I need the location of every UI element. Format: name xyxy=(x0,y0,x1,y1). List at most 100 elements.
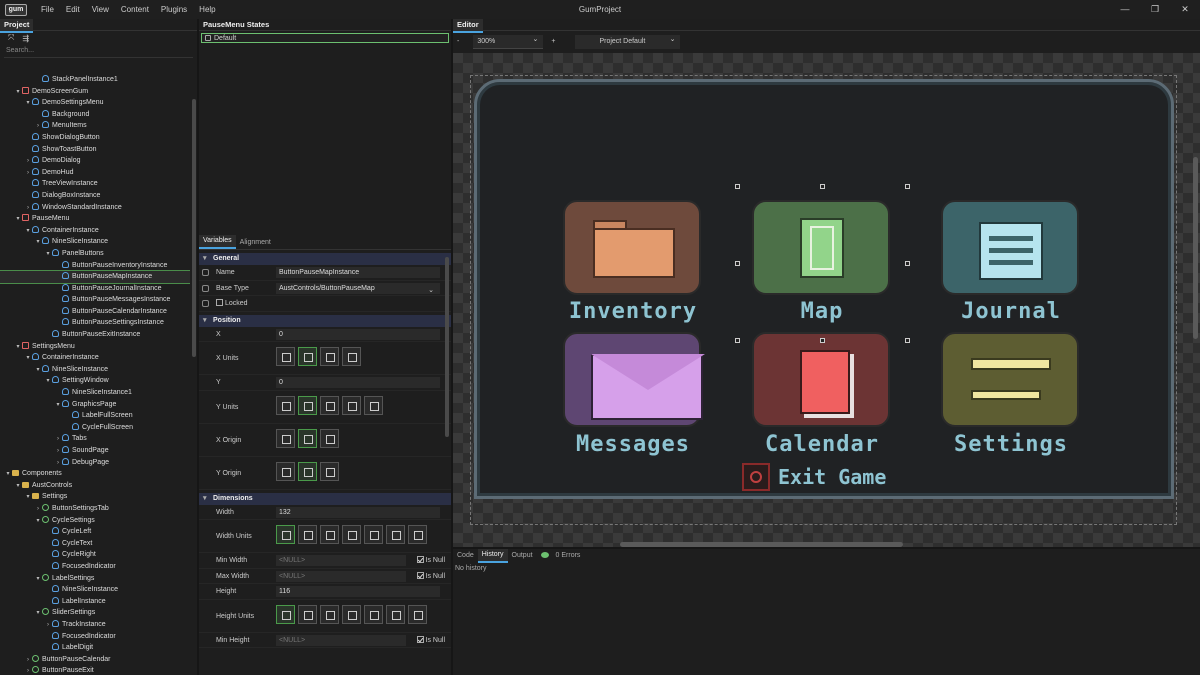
reset-icon[interactable] xyxy=(202,300,209,307)
width-field[interactable]: 132 xyxy=(276,506,440,518)
section-dimensions[interactable]: ▾ Dimensions xyxy=(199,492,451,505)
tile-journal[interactable] xyxy=(941,200,1079,295)
min-height-field[interactable]: <NULL> xyxy=(276,634,406,646)
minimize-icon[interactable]: — xyxy=(1110,0,1140,19)
y-origin-top-button[interactable] xyxy=(276,461,295,481)
x-origin-left-button[interactable] xyxy=(276,428,295,448)
width-units-other-button[interactable] xyxy=(408,525,427,544)
locked-checkbox[interactable] xyxy=(216,299,223,306)
menu-edit[interactable]: Edit xyxy=(60,5,86,14)
tree-item[interactable]: › ButtonPauseExit xyxy=(0,665,190,675)
width-units-children-button[interactable] xyxy=(342,525,361,544)
tree-item[interactable]: ▾ DemoSettingsMenu xyxy=(0,97,190,109)
height-units-absolute-button[interactable] xyxy=(276,604,295,624)
resize-handle[interactable] xyxy=(735,261,740,266)
resize-handle[interactable] xyxy=(735,184,740,189)
tree-item[interactable]: LabelInstance xyxy=(0,596,190,608)
tab-output[interactable]: Output xyxy=(508,549,537,562)
menu-view[interactable]: View xyxy=(86,5,115,14)
tab-project[interactable]: Project xyxy=(0,19,34,33)
tree-item[interactable]: ButtonPauseMapInstance xyxy=(0,270,190,284)
search-input[interactable]: Search... xyxy=(4,47,193,58)
max-width-null-checkbox[interactable] xyxy=(416,571,424,579)
tree-item[interactable]: ▾ SliderSettings xyxy=(0,607,190,619)
tab-history[interactable]: History xyxy=(477,548,508,563)
tree-item[interactable]: ▾ PauseMenu xyxy=(0,213,190,225)
project-scrollbar[interactable] xyxy=(192,99,196,357)
x-units-center-button[interactable] xyxy=(298,347,317,366)
tree-item[interactable]: TreeViewInstance xyxy=(0,178,190,190)
height-units-relative-button[interactable] xyxy=(298,604,317,624)
y-units-top-button[interactable] xyxy=(276,395,295,415)
reset-icon[interactable] xyxy=(202,284,209,292)
tree-item[interactable]: CycleLeft xyxy=(0,526,190,538)
tree-item[interactable]: ButtonPauseSettingsInstance xyxy=(0,317,190,329)
tile-settings[interactable] xyxy=(941,332,1079,427)
tree-item[interactable]: › MenuItems xyxy=(0,120,190,132)
tree-item[interactable]: LabelDigit xyxy=(0,642,190,654)
maximize-icon[interactable]: ❐ xyxy=(1140,0,1170,19)
name-field[interactable]: ButtonPauseMapInstance xyxy=(276,267,440,278)
tree-item[interactable]: CycleRight xyxy=(0,549,190,561)
tab-variables[interactable]: Variables xyxy=(199,235,236,249)
tile-calendar[interactable] xyxy=(752,332,890,427)
tree-item[interactable]: ▾ CycleSettings xyxy=(0,515,190,527)
tree-item[interactable]: Background xyxy=(0,109,190,121)
tree-item[interactable]: DialogBoxInstance xyxy=(0,190,190,202)
base-type-dropdown[interactable]: AustControls/ButtonPauseMap ⌄ xyxy=(276,282,440,294)
section-position[interactable]: ▾ Position xyxy=(199,314,451,327)
tree-item[interactable]: ShowDialogButton xyxy=(0,132,190,144)
tree-item[interactable]: › Tabs xyxy=(0,433,190,445)
width-units-ratio-button[interactable] xyxy=(364,525,383,544)
tab-alignment[interactable]: Alignment xyxy=(236,237,275,249)
chevron-right-icon[interactable]: › xyxy=(24,666,32,675)
resolution-dropdown[interactable]: Project Default xyxy=(575,33,681,49)
y-origin-center-button[interactable] xyxy=(298,461,317,481)
tab-editor[interactable]: Editor xyxy=(453,19,483,33)
tree-item[interactable]: ▾ PanelButtons xyxy=(0,248,190,260)
tree-item[interactable]: ShowToastButton xyxy=(0,144,190,156)
tree-item[interactable]: ButtonPauseInventoryInstance xyxy=(0,260,190,272)
menu-help[interactable]: Help xyxy=(193,5,221,14)
width-units-percent-button[interactable] xyxy=(320,525,339,544)
zoom-out-button[interactable]: - xyxy=(457,38,459,45)
tree-item[interactable]: CycleFullScreen xyxy=(0,422,190,434)
tree-item[interactable]: › ButtonSettingsTab xyxy=(0,503,190,515)
x-field[interactable]: 0 xyxy=(276,328,440,340)
tree-item[interactable]: › DebugPage xyxy=(0,457,190,469)
x-units-right-button[interactable] xyxy=(320,347,339,366)
close-icon[interactable]: ✕ xyxy=(1170,0,1200,19)
state-default[interactable]: Default xyxy=(201,33,449,43)
tree-item[interactable]: ▾ ContainerInstance xyxy=(0,352,190,364)
tree-item[interactable]: ▾ GraphicsPage xyxy=(0,399,190,411)
tree-item[interactable]: › SoundPage xyxy=(0,445,190,457)
tree-item[interactable]: › ButtonPauseCalendar xyxy=(0,654,190,666)
height-units-other-button[interactable] xyxy=(408,604,427,624)
width-units-relative-button[interactable] xyxy=(298,525,317,544)
canvas-vscrollbar[interactable] xyxy=(1193,157,1198,339)
zoom-dropdown[interactable]: 300% xyxy=(473,33,544,49)
splitter[interactable] xyxy=(197,19,199,675)
tile-messages[interactable] xyxy=(563,332,705,427)
x-origin-right-button[interactable] xyxy=(320,428,339,448)
resize-handle[interactable] xyxy=(820,184,825,189)
resize-handle[interactable] xyxy=(820,338,825,343)
splitter[interactable] xyxy=(451,19,453,675)
tree-layout-icon[interactable]: ⇶ xyxy=(22,34,29,43)
x-units-percent-button[interactable] xyxy=(342,347,361,366)
zoom-in-button[interactable]: + xyxy=(551,38,555,45)
tree-item[interactable]: NineSliceInstance xyxy=(0,584,190,596)
tree-item[interactable]: ▾ DemoScreenGum xyxy=(0,86,190,98)
reset-icon[interactable] xyxy=(202,269,209,276)
resize-handle[interactable] xyxy=(905,184,910,189)
errors-tab[interactable]: 0 Errors xyxy=(537,549,589,562)
tree-item[interactable]: ▾ SettingWindow xyxy=(0,375,190,387)
width-units-absolute-button[interactable] xyxy=(276,525,295,544)
collapse-all-icon[interactable]: ⤧ xyxy=(8,33,14,43)
tree-item[interactable]: FocusedIndicator xyxy=(0,631,190,643)
height-units-percent-button[interactable] xyxy=(320,604,339,624)
y-units-center-button[interactable] xyxy=(298,395,317,415)
splitter[interactable] xyxy=(453,547,1200,549)
width-units-texture-button[interactable] xyxy=(386,525,405,544)
tab-code[interactable]: Code xyxy=(453,549,478,562)
